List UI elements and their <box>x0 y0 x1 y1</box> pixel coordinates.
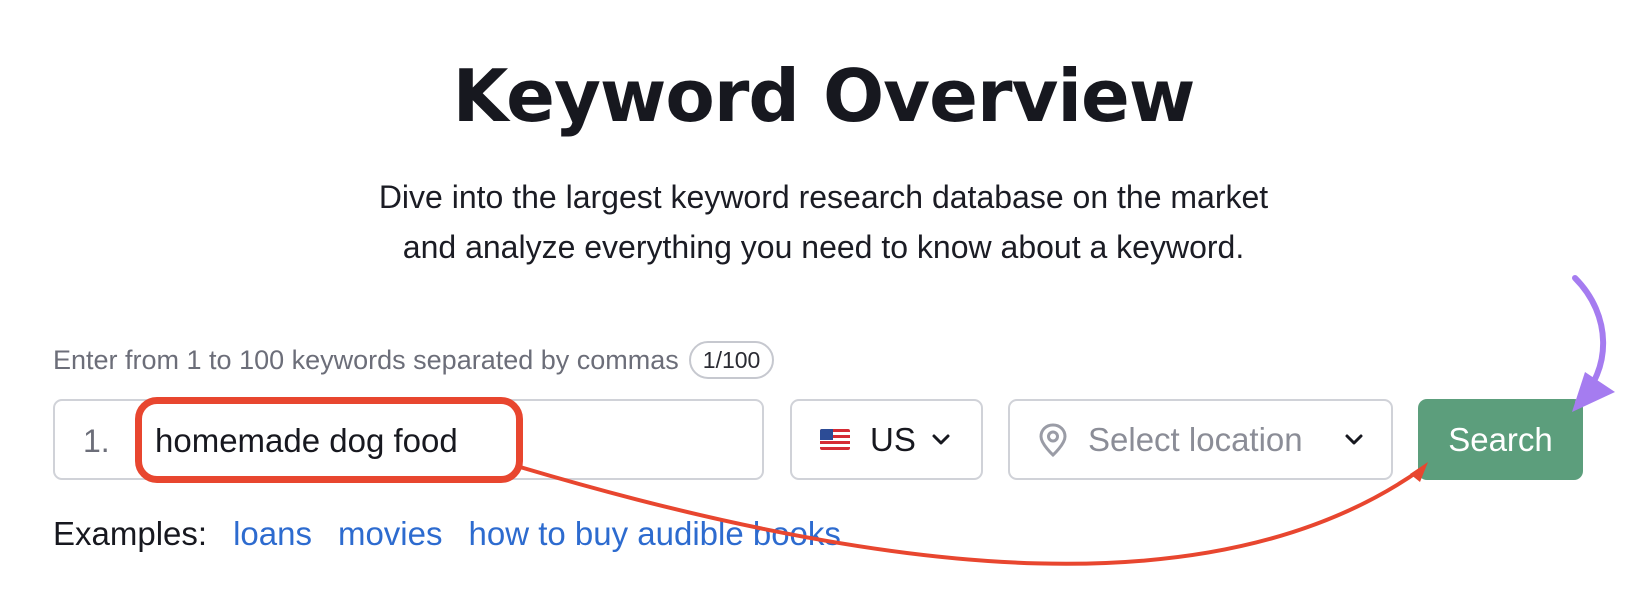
keyword-input[interactable]: 1. homemade dog food <box>53 399 764 480</box>
example-link-audible-books[interactable]: how to buy audible books <box>468 512 840 556</box>
page-title: Keyword Overview <box>452 54 1196 138</box>
examples-label: Examples: <box>53 515 208 552</box>
location-select-placeholder: Select location <box>1088 420 1303 458</box>
search-button[interactable]: Search <box>1418 399 1583 480</box>
keyword-hint-text: Enter from 1 to 100 keywords separated b… <box>53 345 679 375</box>
database-select-label: US <box>870 420 916 458</box>
subtitle-line-1: Dive into the largest keyword research d… <box>378 179 1269 215</box>
chevron-down-icon <box>932 434 950 444</box>
keyword-overview-page: Keyword Overview Dive into the largest k… <box>0 0 1647 614</box>
subtitle-line-2: and analyze everything you need to know … <box>402 229 1245 265</box>
location-select[interactable]: Select location <box>1008 399 1393 480</box>
example-link-movies[interactable]: movies <box>338 512 443 556</box>
keyword-line-number: 1. <box>83 423 110 459</box>
location-pin-icon <box>1039 422 1067 457</box>
keyword-hint: Enter from 1 to 100 keywords separated b… <box>53 340 775 380</box>
keyword-counter-badge: 1/100 <box>688 341 775 379</box>
us-flag-icon <box>820 429 850 450</box>
page-subtitle: Dive into the largest keyword research d… <box>0 172 1647 272</box>
chevron-down-icon <box>1345 434 1363 444</box>
examples-row: Examples: loans movies how to buy audibl… <box>53 512 867 556</box>
keyword-input-value[interactable]: homemade dog food <box>155 421 458 461</box>
database-select[interactable]: US <box>790 399 983 480</box>
example-link-loans[interactable]: loans <box>233 512 312 556</box>
purple-arrow-curve <box>1572 275 1607 405</box>
